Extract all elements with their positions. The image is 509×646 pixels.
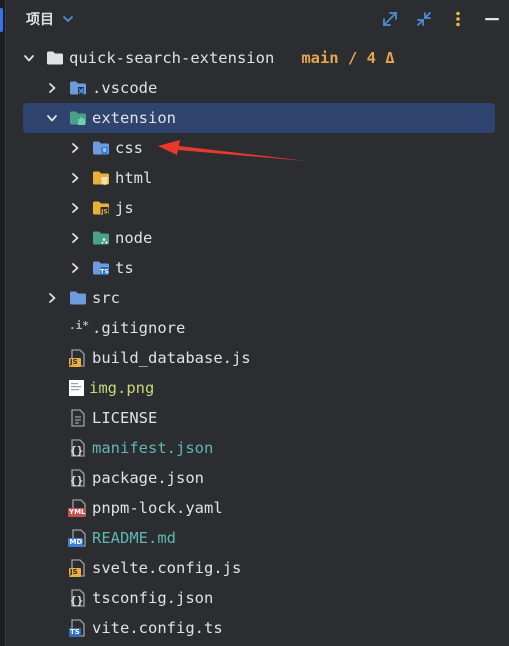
minimize-icon[interactable] bbox=[475, 0, 509, 38]
text-file-icon bbox=[68, 408, 88, 428]
tree-item-build-database[interactable]: JS build_database.js bbox=[6, 343, 509, 373]
tree-item-css[interactable]: css bbox=[6, 133, 509, 163]
yaml-file-icon: YML bbox=[68, 498, 88, 518]
tree-item-label: js bbox=[115, 199, 134, 217]
tree-item-label: manifest.json bbox=[92, 439, 214, 457]
svg-text:TS: TS bbox=[100, 269, 108, 276]
tree-item-label: extension bbox=[92, 109, 176, 127]
svg-text:JS: JS bbox=[100, 209, 108, 216]
css-folder-icon bbox=[91, 138, 111, 158]
project-header: 项目 bbox=[6, 0, 509, 38]
chevron-down-icon[interactable] bbox=[23, 52, 35, 64]
tree-item-package[interactable]: {} package.json bbox=[6, 463, 509, 493]
json-file-icon: {} bbox=[68, 588, 88, 608]
json-file-icon: {} bbox=[68, 438, 88, 458]
js-folder-icon: JS bbox=[91, 198, 111, 218]
file-badge: {} bbox=[70, 594, 84, 607]
project-tree: quick-search-extension main / 4 Δ .vscode… bbox=[6, 43, 509, 643]
ts-folder-icon: TS bbox=[91, 258, 111, 278]
tree-item-manifest[interactable]: {} manifest.json bbox=[6, 433, 509, 463]
tree-item-js[interactable]: JS js bbox=[6, 193, 509, 223]
tree-item-svelte-config[interactable]: JS svelte.config.js bbox=[6, 553, 509, 583]
tree-item-node[interactable]: node bbox=[6, 223, 509, 253]
file-badge: JS bbox=[70, 568, 78, 576]
chevron-right-icon[interactable] bbox=[69, 172, 81, 184]
file-badge: {} bbox=[70, 444, 84, 457]
folder-icon bbox=[45, 48, 65, 68]
tree-item-license[interactable]: LICENSE bbox=[6, 403, 509, 433]
gitignore-file-icon: .i* bbox=[68, 318, 89, 338]
collapse-all-icon[interactable] bbox=[407, 0, 441, 38]
tree-item-img-png[interactable]: img.png bbox=[6, 373, 509, 403]
file-badge: MD bbox=[69, 538, 83, 546]
project-title[interactable]: 项目 bbox=[26, 9, 54, 29]
tree-item-label: html bbox=[115, 169, 153, 187]
chevron-right-icon[interactable] bbox=[69, 202, 81, 214]
tree-item-src[interactable]: src bbox=[6, 283, 509, 313]
git-branch-status: main / 4 Δ bbox=[301, 49, 395, 67]
tree-item-readme[interactable]: MD README.md bbox=[6, 523, 509, 553]
active-tool-indicator bbox=[0, 8, 3, 32]
tree-item-label: README.md bbox=[92, 529, 176, 547]
file-badge: {} bbox=[70, 474, 84, 487]
file-badge: JS bbox=[70, 358, 78, 366]
html-folder-icon bbox=[91, 168, 111, 188]
tree-item-html[interactable]: html bbox=[6, 163, 509, 193]
tree-item-label: src bbox=[92, 289, 120, 307]
file-badge: .i* bbox=[69, 319, 89, 332]
tree-item-label: LICENSE bbox=[92, 409, 158, 427]
tree-item-label: build_database.js bbox=[92, 349, 251, 367]
json-file-icon: {} bbox=[68, 468, 88, 488]
tree-item-extension[interactable]: extension bbox=[6, 103, 509, 133]
tree-item-label: css bbox=[115, 139, 143, 157]
chevron-right-icon[interactable] bbox=[69, 142, 81, 154]
chevron-down-icon[interactable] bbox=[62, 13, 74, 25]
chevron-down-icon[interactable] bbox=[46, 112, 58, 124]
js-file-icon: JS bbox=[68, 558, 88, 578]
node-folder-icon bbox=[91, 228, 111, 248]
tree-item-label: tsconfig.json bbox=[92, 589, 214, 607]
chevron-right-icon[interactable] bbox=[46, 82, 58, 94]
chevron-right-icon[interactable] bbox=[69, 262, 81, 274]
js-file-icon: JS bbox=[68, 348, 88, 368]
tree-item-ts[interactable]: TS ts bbox=[6, 253, 509, 283]
header-actions bbox=[373, 0, 509, 38]
tree-item-label: pnpm-lock.yaml bbox=[92, 499, 223, 517]
tree-item-root[interactable]: quick-search-extension main / 4 Δ bbox=[6, 43, 509, 73]
tree-item-label: vite.config.ts bbox=[92, 619, 223, 637]
tree-item-label: svelte.config.js bbox=[92, 559, 242, 577]
tree-item-vite-config[interactable]: TS vite.config.ts bbox=[6, 613, 509, 643]
tree-item-label: img.png bbox=[89, 379, 155, 397]
file-badge: YML bbox=[69, 508, 86, 516]
tree-item-pnpm-lock[interactable]: YML pnpm-lock.yaml bbox=[6, 493, 509, 523]
chevron-right-icon[interactable] bbox=[69, 232, 81, 244]
tree-item-label: package.json bbox=[92, 469, 204, 487]
vscode-folder-icon bbox=[68, 78, 88, 98]
chevron-right-icon[interactable] bbox=[46, 292, 58, 304]
image-file-icon bbox=[68, 378, 88, 398]
tree-item-gitignore[interactable]: .i* .gitignore bbox=[6, 313, 509, 343]
ts-file-icon: TS bbox=[68, 618, 88, 638]
tree-item-label: ts bbox=[115, 259, 134, 277]
more-options-icon[interactable] bbox=[441, 0, 475, 38]
file-badge: TS bbox=[70, 628, 80, 636]
tree-item-label: .vscode bbox=[92, 79, 158, 97]
extension-folder-icon bbox=[68, 108, 88, 128]
tree-item-vscode[interactable]: .vscode bbox=[6, 73, 509, 103]
tree-item-label: .gitignore bbox=[92, 319, 186, 337]
expand-all-icon[interactable] bbox=[373, 0, 407, 38]
tree-item-label: node bbox=[115, 229, 153, 247]
markdown-file-icon: MD bbox=[68, 528, 88, 548]
folder-icon bbox=[68, 288, 88, 308]
tree-item-label: quick-search-extension bbox=[69, 49, 275, 67]
tree-item-tsconfig[interactable]: {} tsconfig.json bbox=[6, 583, 509, 613]
